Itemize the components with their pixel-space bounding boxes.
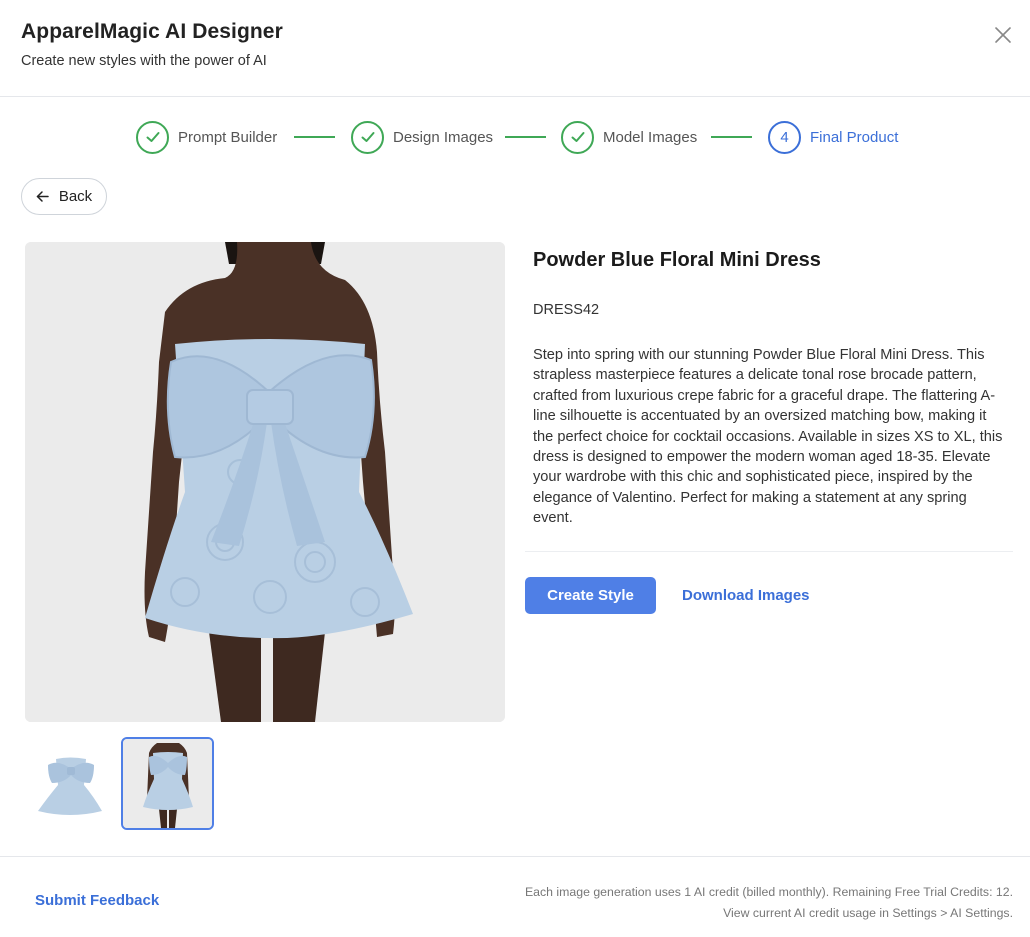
- arrow-left-icon: [36, 191, 49, 202]
- modal-header: ApparelMagic AI Designer Create new styl…: [0, 0, 1030, 97]
- step-complete-circle: [561, 120, 594, 154]
- back-button[interactable]: Back: [21, 178, 107, 215]
- product-sku: DRESS42: [533, 302, 600, 318]
- step-label: Model Images: [603, 128, 698, 146]
- step-label: Prompt Builder: [178, 128, 278, 146]
- model-thumbnail-image: [123, 739, 212, 828]
- step-final-product: 4 Final Product: [768, 120, 898, 154]
- dress-thumbnail-image: [38, 757, 102, 815]
- step-connector: [711, 136, 752, 138]
- close-button[interactable]: [992, 24, 1014, 46]
- divider: [525, 551, 1013, 552]
- step-complete-circle: [136, 120, 169, 154]
- credit-usage-note: Each image generation uses 1 AI credit (…: [525, 882, 1013, 923]
- back-button-label: Back: [58, 188, 93, 205]
- step-label: Design Images: [393, 128, 494, 146]
- model-thumbnail[interactable]: [121, 737, 214, 830]
- credit-settings-line: View current AI credit usage in Settings…: [723, 905, 1013, 920]
- check-icon: [571, 132, 584, 142]
- model-dress-illustration: [25, 242, 505, 722]
- check-icon: [146, 132, 159, 142]
- credit-note-line: Each image generation uses 1 AI credit (…: [524, 885, 1013, 899]
- create-style-button[interactable]: Create Style: [525, 577, 656, 614]
- close-icon: [995, 27, 1011, 43]
- modal-title: ApparelMagic AI Designer: [21, 20, 283, 43]
- download-images-link[interactable]: Download Images: [682, 587, 810, 604]
- step-active-circle: 4: [768, 120, 801, 154]
- product-title: Powder Blue Floral Mini Dress: [533, 249, 821, 271]
- step-prompt-builder: Prompt Builder: [136, 120, 277, 154]
- product-description: Step into spring with our stunning Powde…: [533, 347, 1003, 527]
- progress-stepper: Prompt Builder Design Images Model Image…: [0, 120, 1030, 154]
- submit-feedback-link[interactable]: Submit Feedback: [35, 892, 159, 909]
- step-model-images: Model Images: [561, 120, 697, 154]
- dress-flat-thumbnail[interactable]: [24, 737, 117, 830]
- modal-subtitle: Create new styles with the power of AI: [21, 53, 267, 69]
- step-design-images: Design Images: [351, 120, 493, 154]
- step-connector: [294, 136, 335, 138]
- step-connector: [505, 136, 546, 138]
- main-product-image: [25, 242, 505, 722]
- check-icon: [361, 132, 374, 142]
- modal-footer: Submit Feedback Each image generation us…: [0, 856, 1030, 937]
- step-complete-circle: [351, 120, 384, 154]
- step-label: Final Product: [810, 128, 899, 146]
